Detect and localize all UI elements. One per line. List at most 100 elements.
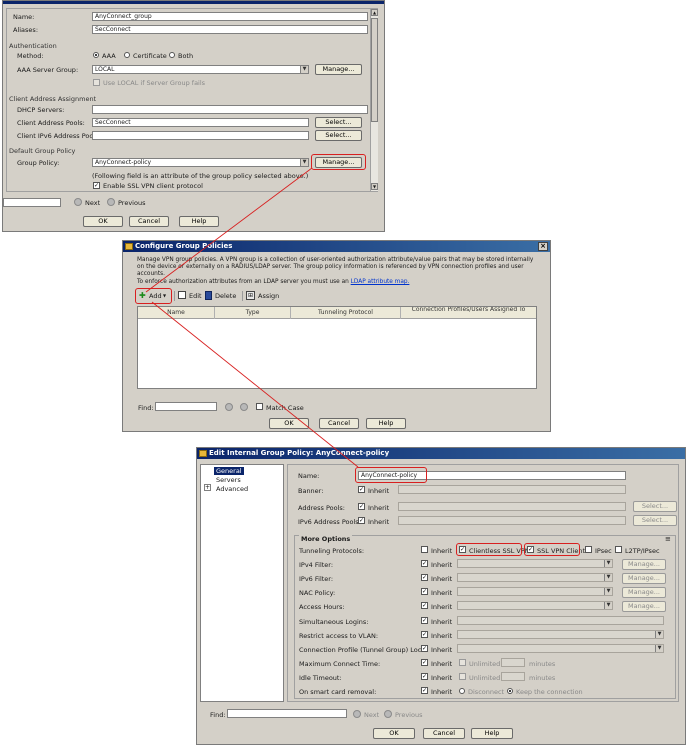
ipsec-checkbox[interactable] [585, 546, 592, 553]
scroll-down-icon[interactable]: ▼ [371, 183, 378, 190]
nav-item-general[interactable]: General [214, 467, 244, 475]
find-previous-icon[interactable] [240, 403, 248, 411]
restrict-vlan-select[interactable]: ▼ [457, 630, 664, 639]
cancel-button[interactable]: Cancel [319, 418, 359, 429]
fallback-local-checkbox[interactable] [93, 79, 100, 86]
ok-button[interactable]: OK [83, 216, 123, 227]
keep-connection-radio[interactable] [507, 688, 513, 694]
ipv6-pools-field[interactable] [398, 516, 626, 525]
smart-card-inherit-checkbox[interactable]: ✓ [421, 687, 428, 694]
address-pools-select-button[interactable]: Select... [633, 501, 677, 512]
access-hours-inherit-label: Inherit [431, 603, 453, 611]
banner-field[interactable] [398, 485, 626, 494]
method-certificate-label: Certificate [133, 52, 167, 60]
max-time-unlimited-checkbox[interactable] [459, 659, 466, 666]
find-field[interactable] [155, 402, 217, 411]
enable-ssl-checkbox[interactable]: ✓ [93, 182, 100, 189]
address-pools-field[interactable] [398, 502, 626, 511]
ipv6-pools-inherit-checkbox[interactable]: ✓ [358, 517, 365, 524]
close-icon[interactable]: × [538, 242, 548, 251]
ipv6-manage-button[interactable]: Manage... [622, 573, 666, 584]
find-field[interactable] [227, 709, 347, 718]
find-previous-icon[interactable] [384, 710, 392, 718]
ipv6-inherit-checkbox[interactable]: ✓ [421, 574, 428, 581]
ipv6-pools-select-button[interactable]: Select... [633, 515, 677, 526]
manage-aaa-button[interactable]: Manage... [315, 64, 362, 75]
max-connect-time-field[interactable] [501, 658, 525, 667]
nac-inherit-checkbox[interactable]: ✓ [421, 588, 428, 595]
tunneling-inherit-checkbox[interactable] [421, 546, 428, 553]
help-button[interactable]: Help [179, 216, 219, 227]
aliases-field[interactable]: SecConnect [92, 25, 368, 34]
disconnect-radio[interactable] [459, 688, 465, 694]
tunnel-group-lock-select[interactable]: ▼ [457, 644, 664, 653]
delete-button[interactable]: Delete [205, 290, 241, 302]
max-time-inherit-checkbox[interactable]: ✓ [421, 659, 428, 666]
method-certificate-radio[interactable] [124, 52, 130, 58]
clientless-highlight [456, 543, 522, 556]
ipv4-filter-select[interactable]: ▼ [457, 559, 613, 568]
select-pools-button[interactable]: Select... [315, 117, 362, 128]
client-address-pools-field[interactable]: SecConnect [92, 118, 309, 127]
collapse-icon[interactable]: ≡ [665, 536, 671, 543]
chevron-down-icon: ▼ [300, 159, 308, 166]
assign-button[interactable]: ⊞ Assign [246, 290, 286, 302]
form-scrollbar[interactable]: ▲ ▼ [370, 9, 378, 191]
idle-unlimited-checkbox[interactable] [459, 673, 466, 680]
aaa-server-group-select[interactable]: LOCAL ▼ [92, 65, 309, 74]
help-button[interactable]: Help [471, 728, 513, 739]
nav-item-servers[interactable]: Servers [216, 476, 241, 484]
find-next-icon[interactable] [225, 403, 233, 411]
find-field[interactable] [3, 198, 61, 207]
find-previous-label[interactable]: Previous [395, 711, 422, 719]
find-next-icon[interactable] [353, 710, 361, 718]
column-header-tunneling[interactable]: Tunneling Protocol [291, 307, 401, 319]
cancel-button[interactable]: Cancel [423, 728, 465, 739]
scroll-thumb[interactable] [371, 18, 378, 122]
dhcp-servers-label: DHCP Servers: [17, 106, 65, 114]
vlan-inherit-checkbox[interactable]: ✓ [421, 631, 428, 638]
access-hours-inherit-checkbox[interactable]: ✓ [421, 602, 428, 609]
lock-inherit-checkbox[interactable]: ✓ [421, 645, 428, 652]
column-header-assigned[interactable]: Connection Profiles/Users Assigned To [401, 307, 536, 319]
nac-policy-select[interactable]: ▼ [457, 587, 613, 596]
simultaneous-inherit-checkbox[interactable]: ✓ [421, 617, 428, 624]
nav-item-advanced[interactable]: Advanced [216, 485, 248, 493]
find-next-icon[interactable] [74, 198, 82, 206]
ipv6-filter-select[interactable]: ▼ [457, 573, 613, 582]
client-ipv6-pools-field[interactable] [92, 131, 309, 140]
access-hours-manage-button[interactable]: Manage... [622, 601, 666, 612]
expand-icon[interactable]: + [204, 484, 211, 491]
group-policy-label: Group Policy: [17, 159, 60, 167]
method-aaa-radio[interactable] [93, 52, 99, 58]
cancel-button[interactable]: Cancel [129, 216, 169, 227]
name-field[interactable]: AnyConnect_group [92, 12, 368, 21]
nac-manage-button[interactable]: Manage... [622, 587, 666, 598]
ldap-link[interactable]: LDAP attribute map. [351, 279, 410, 285]
l2tp-checkbox[interactable] [615, 546, 622, 553]
help-button[interactable]: Help [366, 418, 406, 429]
find-previous-icon[interactable] [107, 198, 115, 206]
ipv4-inherit-checkbox[interactable]: ✓ [421, 560, 428, 567]
column-header-type[interactable]: Type [215, 307, 291, 319]
select-ipv6-pools-button[interactable]: Select... [315, 130, 362, 141]
idle-inherit-checkbox[interactable]: ✓ [421, 673, 428, 680]
ok-button[interactable]: OK [269, 418, 309, 429]
dhcp-servers-field[interactable] [92, 105, 368, 114]
idle-timeout-field[interactable] [501, 672, 525, 681]
edit-button[interactable]: Edit [178, 290, 204, 302]
group-policy-select[interactable]: AnyConnect-policy ▼ [92, 158, 309, 167]
ok-button[interactable]: OK [373, 728, 415, 739]
address-pools-inherit-checkbox[interactable]: ✓ [358, 503, 365, 510]
find-next-label[interactable]: Next [364, 711, 379, 719]
ipv4-manage-button[interactable]: Manage... [622, 559, 666, 570]
access-hours-select[interactable]: ▼ [457, 601, 613, 610]
banner-inherit-checkbox[interactable]: ✓ [358, 486, 365, 493]
find-next-label[interactable]: Next [85, 199, 100, 207]
find-previous-label[interactable]: Previous [118, 199, 145, 207]
match-case-checkbox[interactable] [256, 403, 263, 410]
column-header-name[interactable]: Name [138, 307, 215, 319]
method-both-radio[interactable] [169, 52, 175, 58]
simultaneous-logins-field[interactable] [457, 616, 664, 625]
scroll-up-icon[interactable]: ▲ [371, 9, 378, 16]
